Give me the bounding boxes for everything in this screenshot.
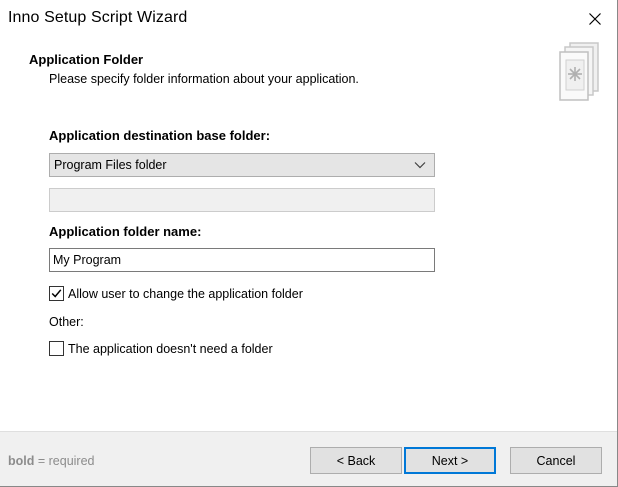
page-title: Application Folder [29, 52, 144, 67]
checkmark-icon [51, 289, 62, 298]
allow-change-label[interactable]: Allow user to change the application fol… [68, 287, 303, 301]
custom-base-folder-input [49, 188, 435, 212]
folder-name-value: My Program [53, 253, 122, 267]
wizard-window: Inno Setup Script Wizard Application Fol… [0, 0, 618, 487]
wizard-page-icon [559, 42, 599, 101]
base-folder-label: Application destination base folder: [49, 128, 271, 143]
allow-change-checkbox[interactable] [49, 286, 64, 301]
folder-name-label: Application folder name: [49, 224, 202, 239]
required-hint: bold = required [8, 454, 95, 468]
no-folder-option[interactable]: The application doesn't need a folder [49, 341, 273, 356]
allow-change-option[interactable]: Allow user to change the application fol… [49, 286, 303, 301]
chevron-down-icon [414, 162, 426, 169]
base-folder-selected-value: Program Files folder [54, 158, 167, 172]
back-button[interactable]: < Back [310, 447, 402, 474]
no-folder-label[interactable]: The application doesn't need a folder [68, 342, 273, 356]
no-folder-checkbox[interactable] [49, 341, 64, 356]
footer-bar: bold = required < Back Next > Cancel [0, 432, 617, 486]
required-hint-text: = required [34, 454, 95, 468]
window-title: Inno Setup Script Wizard [8, 9, 188, 26]
next-button[interactable]: Next > [404, 447, 496, 474]
title-bar: Inno Setup Script Wizard [0, 0, 617, 38]
other-label: Other: [49, 315, 84, 329]
page-description: Please specify folder information about … [49, 72, 359, 86]
folder-name-input[interactable]: My Program [49, 248, 435, 272]
close-icon [589, 13, 601, 25]
base-folder-dropdown[interactable]: Program Files folder [49, 153, 435, 177]
cancel-button[interactable]: Cancel [510, 447, 602, 474]
required-hint-bold: bold [8, 454, 35, 468]
close-button[interactable] [573, 0, 617, 38]
